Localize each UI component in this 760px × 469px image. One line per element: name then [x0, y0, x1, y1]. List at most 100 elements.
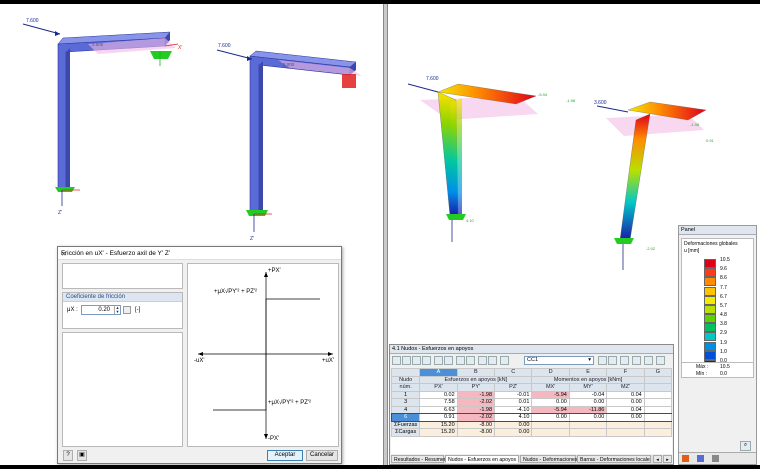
toolbar-btn-13[interactable]: [632, 356, 641, 365]
toolbar-btn-15[interactable]: [656, 356, 665, 365]
col-mx: MX': [531, 383, 570, 392]
col-letter-c[interactable]: C: [494, 368, 533, 377]
cell[interactable]: 0.00: [531, 398, 570, 407]
toolbar-btn-4[interactable]: [422, 356, 431, 365]
toolbar-btn-10[interactable]: [488, 356, 497, 365]
toolbar-btn-5[interactable]: [434, 356, 443, 365]
table-row-selected[interactable]: 6 0.91 -2.02 4.10 0.00 0.00 0.00: [391, 412, 672, 422]
cell[interactable]: -2.02: [456, 413, 496, 422]
node-label-1: 2.000: [92, 42, 104, 47]
table-row[interactable]: 3 7.58 -2.02 0.01 0.00 0.00 0.00: [391, 398, 672, 407]
col-letter-e[interactable]: E: [568, 368, 608, 377]
min-value: 0.0: [720, 371, 727, 377]
toolbar-btn-6[interactable]: [444, 356, 453, 365]
next-button[interactable]: [608, 356, 617, 365]
cell[interactable]: -5.94: [531, 405, 570, 414]
cell[interactable]: 0.00: [606, 413, 645, 422]
cell[interactable]: 6.63: [419, 405, 458, 414]
cell[interactable]: -0.04: [568, 390, 608, 399]
cell[interactable]: 0.00: [568, 413, 608, 422]
toolbar-btn-9[interactable]: [478, 356, 487, 365]
col-letter-d[interactable]: D: [531, 368, 570, 377]
results-grid[interactable]: A B C D E F G Nudo Esfuerzos en apoyos […: [391, 368, 672, 454]
cell[interactable]: [643, 420, 672, 429]
legend-value: 10.5: [720, 257, 730, 263]
cell[interactable]: -1.98: [456, 405, 496, 414]
tab-summary[interactable]: Resultados - Resumen: [391, 455, 447, 463]
tab-prev-icon[interactable]: ◂: [653, 455, 662, 463]
table-row[interactable]: 1 0.02 -1.98 -0.01 -5.94 -0.04 0.04: [391, 390, 672, 399]
cell[interactable]: [606, 420, 645, 429]
cell[interactable]: [643, 413, 672, 422]
cell[interactable]: -5.94: [531, 390, 570, 399]
toolbar-btn-8[interactable]: [466, 356, 475, 365]
cell[interactable]: [643, 428, 672, 437]
toolbar-btn-1[interactable]: [392, 356, 401, 365]
cell[interactable]: [643, 405, 672, 414]
cell[interactable]: -0.01: [494, 390, 533, 399]
mu-picker-button[interactable]: [123, 306, 131, 314]
cell[interactable]: -1.98: [456, 390, 496, 399]
filter-icon[interactable]: [712, 455, 719, 462]
legend-swatch: [704, 304, 716, 314]
toolbar-btn-14[interactable]: [644, 356, 653, 365]
cell[interactable]: [531, 428, 570, 437]
cell[interactable]: 7.58: [419, 398, 458, 407]
ok-button[interactable]: Aceptar: [267, 450, 303, 461]
palette-icon[interactable]: [682, 455, 689, 462]
cell[interactable]: 4.10: [494, 413, 533, 422]
cell[interactable]: [568, 428, 608, 437]
toolbar-btn-12[interactable]: [620, 356, 629, 365]
col-letter-f[interactable]: F: [606, 368, 645, 377]
col-letter-g[interactable]: G: [643, 368, 672, 377]
cell[interactable]: [643, 390, 672, 399]
cell[interactable]: 0.02: [419, 390, 458, 399]
legend-swatch: [704, 314, 716, 324]
toolbar-btn-7[interactable]: [456, 356, 465, 365]
cell[interactable]: 15.20: [419, 420, 458, 429]
cell[interactable]: 0.91: [419, 413, 458, 422]
settings-icon[interactable]: [697, 455, 704, 462]
tab-member-deformations[interactable]: Barras - Deformaciones locales: [577, 455, 651, 463]
col-letter-row: A B C D E F G: [391, 368, 672, 377]
dialog-titlebar[interactable]: Fricción en uX' - Esfuerzo axil de Y' Z'…: [58, 247, 341, 260]
legend-swatch: [704, 268, 716, 278]
prev-button[interactable]: [598, 356, 607, 365]
table-row-sum[interactable]: ΣCargas 15.20 -8.00 0.00: [391, 428, 672, 437]
mu-spinner[interactable]: ▲ ▼: [114, 306, 120, 314]
help-button[interactable]: ?: [63, 450, 73, 461]
cell[interactable]: 0.00: [568, 398, 608, 407]
cell[interactable]: 0.00: [606, 398, 645, 407]
zoom-icon[interactable]: ⌕: [740, 441, 751, 451]
cell[interactable]: -11.86: [568, 405, 608, 414]
cell[interactable]: -8.00: [456, 428, 496, 437]
cancel-button[interactable]: Cancelar: [306, 450, 338, 461]
toolbar-btn-2[interactable]: [402, 356, 411, 365]
loadcase-select[interactable]: CC1 ▾: [524, 356, 594, 365]
col-letter-a[interactable]: A: [419, 368, 458, 377]
close-icon[interactable]: ✕: [61, 250, 337, 258]
tab-node-support-forces[interactable]: Nudos - Esfuerzos en apoyos: [445, 455, 519, 463]
cell[interactable]: 0.04: [606, 390, 645, 399]
cell[interactable]: 0.00: [494, 428, 533, 437]
cell[interactable]: -8.00: [456, 420, 496, 429]
toolbar-btn-3[interactable]: [412, 356, 421, 365]
cell[interactable]: -4.10: [494, 405, 533, 414]
table-row-sum[interactable]: ΣFuerzas 15.20 -8.00 0.00: [391, 420, 672, 429]
table-row[interactable]: 4 6.63 -1.98 -4.10 -5.94 -11.86 0.04: [391, 405, 672, 414]
cell[interactable]: -2.02: [456, 398, 496, 407]
toolbar-btn-11[interactable]: [500, 356, 509, 365]
cell[interactable]: 0.01: [494, 398, 533, 407]
cell[interactable]: 0.00: [531, 413, 570, 422]
cell[interactable]: 0.00: [494, 420, 533, 429]
cell[interactable]: [643, 398, 672, 407]
info-button[interactable]: ▣: [77, 450, 87, 461]
col-letter-b[interactable]: B: [456, 368, 496, 377]
cell[interactable]: 15.20: [419, 428, 458, 437]
cell[interactable]: [606, 428, 645, 437]
tab-node-deformations[interactable]: Nudos - Deformaciones: [520, 455, 578, 463]
cell[interactable]: 0.04: [606, 405, 645, 414]
tab-next-icon[interactable]: ▸: [663, 455, 672, 463]
cell[interactable]: [531, 420, 570, 429]
cell[interactable]: [568, 420, 608, 429]
